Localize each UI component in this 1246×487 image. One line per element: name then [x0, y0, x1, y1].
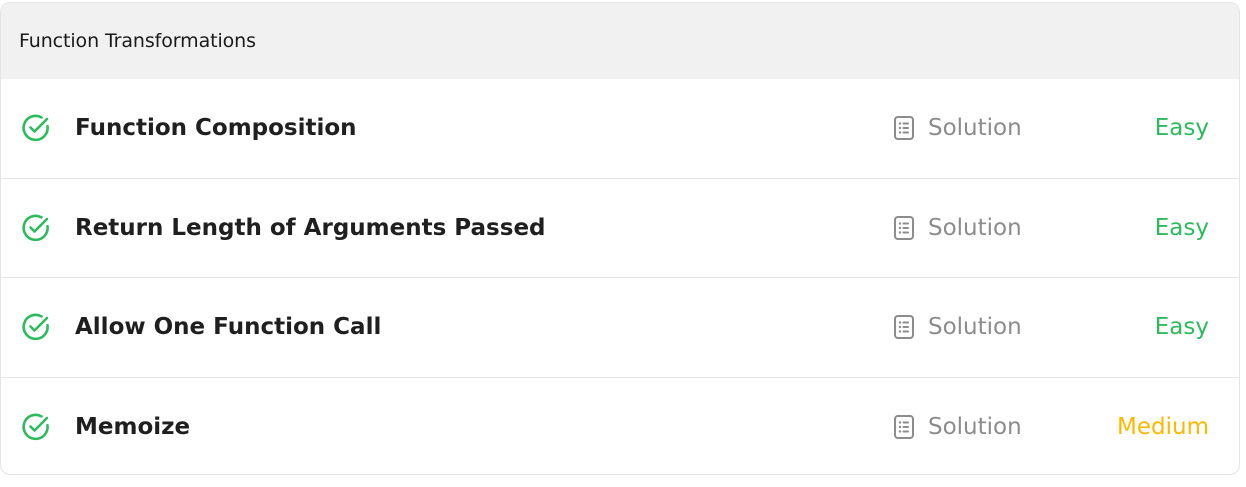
problem-row[interactable]: Return Length of Arguments Passed Soluti… — [1, 179, 1239, 278]
solution-link[interactable]: Solution — [893, 414, 1022, 440]
document-icon — [894, 215, 914, 240]
difficulty-badge: Easy — [1154, 214, 1209, 241]
check-circle-icon — [22, 114, 49, 142]
solution-link[interactable]: Solution — [893, 115, 1022, 141]
problem-row[interactable]: Function Composition Solution Easy — [1, 79, 1239, 179]
solution-label: Solution — [928, 414, 1022, 441]
document-icon — [894, 415, 914, 440]
problem-title[interactable]: Memoize — [75, 414, 190, 440]
difficulty-badge: Medium — [1117, 414, 1209, 441]
solution-label: Solution — [928, 115, 1022, 142]
section-title: Function Transformations — [19, 30, 256, 52]
problem-row[interactable]: Memoize Solution Medium — [1, 378, 1239, 475]
solution-label: Solution — [928, 214, 1022, 241]
document-icon — [894, 116, 914, 141]
check-circle-icon — [22, 313, 49, 341]
solution-label: Solution — [928, 314, 1022, 341]
difficulty-badge: Easy — [1154, 115, 1209, 142]
problem-title[interactable]: Return Length of Arguments Passed — [75, 215, 546, 241]
problem-title[interactable]: Function Composition — [75, 115, 357, 141]
check-circle-icon — [22, 413, 49, 441]
problem-row[interactable]: Allow One Function Call Solution Easy — [1, 278, 1239, 378]
problem-title[interactable]: Allow One Function Call — [75, 314, 381, 340]
check-circle-icon — [22, 214, 49, 241]
solution-link[interactable]: Solution — [893, 215, 1022, 241]
document-icon — [894, 315, 914, 340]
section-header: Function Transformations — [1, 3, 1239, 79]
solution-link[interactable]: Solution — [893, 314, 1022, 340]
difficulty-badge: Easy — [1154, 314, 1209, 341]
problem-list-card: Function Transformations Function Compos… — [0, 2, 1240, 475]
